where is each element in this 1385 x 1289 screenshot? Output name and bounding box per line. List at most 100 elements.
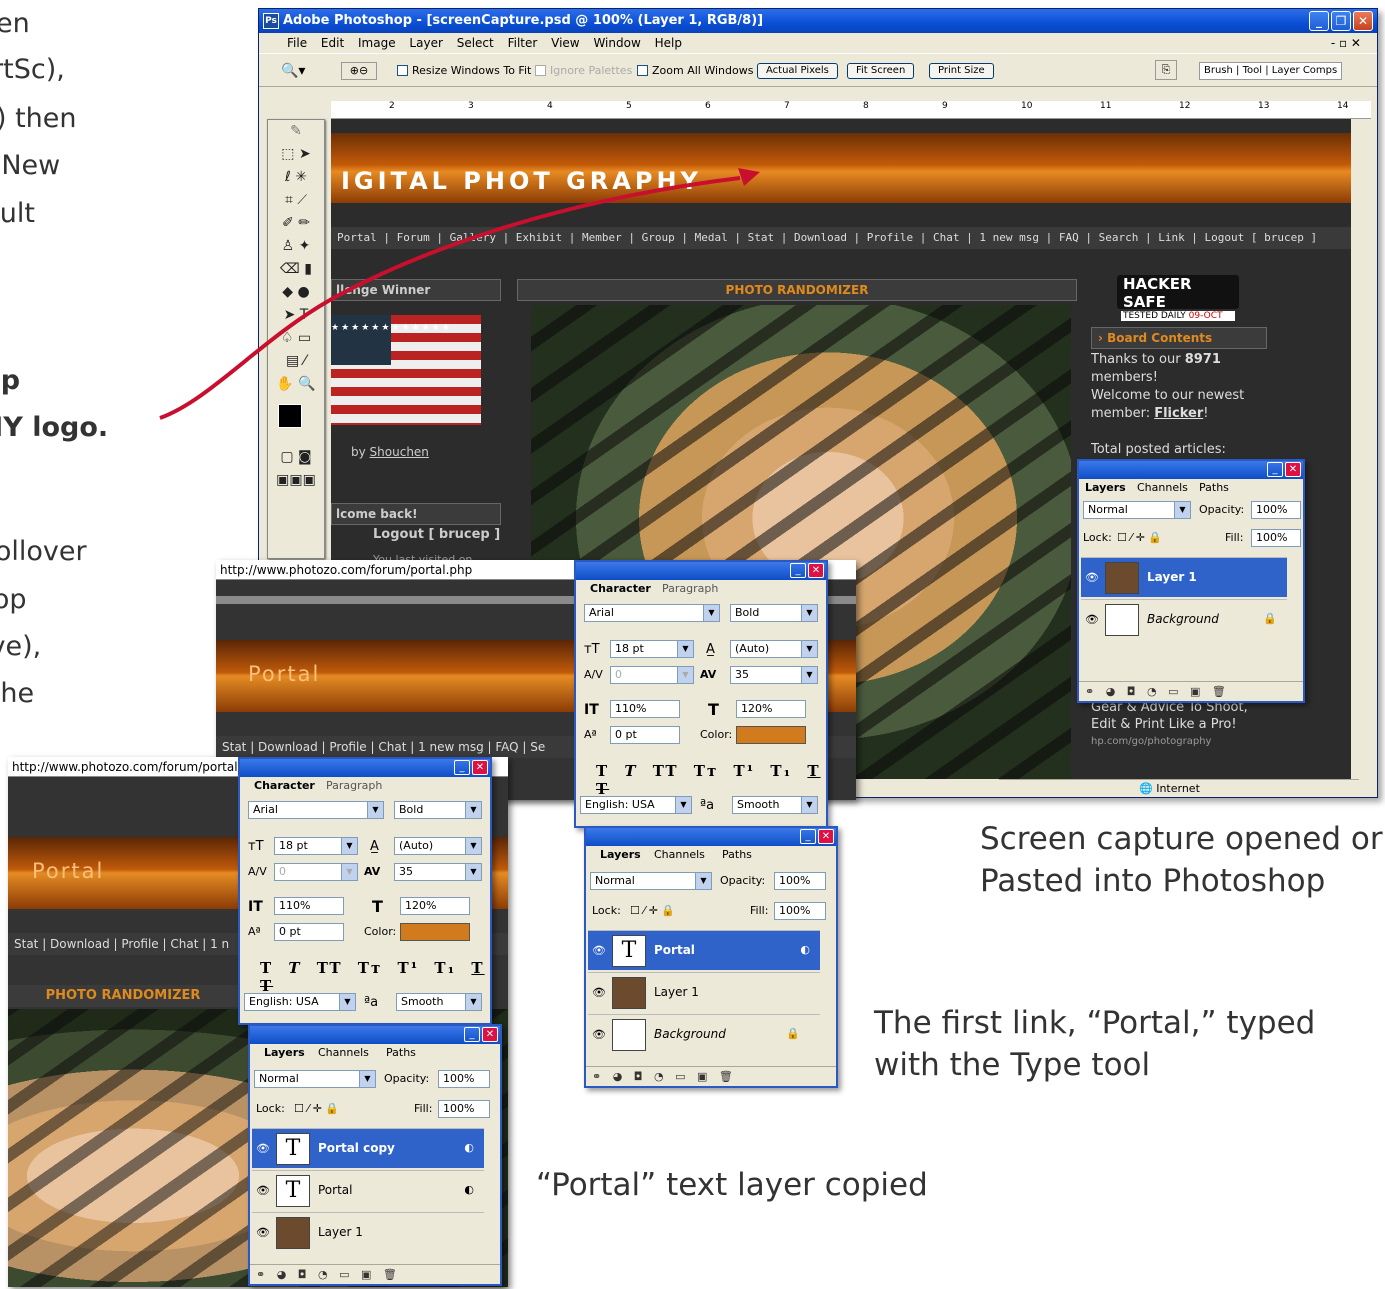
stamp-history-tool-icon[interactable]: ♙ ✦: [268, 235, 324, 258]
tab-channels[interactable]: Channels: [318, 1046, 369, 1059]
marquee-move-tool-icon[interactable]: ⬚ ➤: [268, 143, 324, 166]
palette-close[interactable]: ✕: [472, 760, 488, 775]
zoom-tool-icon[interactable]: 🔍▾: [281, 54, 305, 88]
tab-character[interactable]: Character: [254, 779, 315, 792]
eye-icon[interactable]: 👁: [592, 1028, 606, 1041]
hacker-safe-badge[interactable]: HACKER SAFE TESTED DAILY 09-OCT: [1117, 275, 1239, 321]
tab-paragraph[interactable]: Paragraph: [326, 779, 382, 792]
language-select[interactable]: English: USA ▼: [580, 796, 692, 814]
opacity-field[interactable]: 100%: [774, 872, 826, 890]
byline-author-link[interactable]: Shouchen: [370, 445, 429, 459]
layer-row-layer1[interactable]: 👁 Layer 1: [588, 972, 820, 1012]
menu-help[interactable]: Help: [655, 36, 682, 50]
tab-layers[interactable]: Layers: [1085, 481, 1126, 494]
layer-row-layer1[interactable]: 👁 Layer 1: [1081, 557, 1287, 597]
eye-icon[interactable]: 👁: [592, 944, 606, 957]
layer-style-icon[interactable]: ◐: [464, 1183, 474, 1196]
menu-select[interactable]: Select: [457, 36, 494, 50]
layer-row-portal-copy[interactable]: 👁 T Portal copy ◐: [252, 1128, 484, 1168]
baseline-shift-field[interactable]: 0 pt: [610, 726, 680, 744]
opacity-field[interactable]: 100%: [1251, 501, 1301, 519]
horizontal-scale-field[interactable]: 120%: [400, 897, 470, 915]
well-tab-brush[interactable]: Brush: [1204, 65, 1233, 76]
fill-field[interactable]: 100%: [1251, 529, 1301, 547]
palette-close[interactable]: ✕: [808, 563, 824, 578]
eraser-gradient-tool-icon[interactable]: ⌫ ▮: [268, 258, 324, 281]
layers-palette-footer[interactable]: ⚭ ◕ ◘ ◔ ▭ ▣ 🗑: [586, 1066, 836, 1086]
doc-window-controls[interactable]: - ▫ ✕: [1331, 33, 1361, 53]
resize-windows-checkbox[interactable]: [397, 65, 408, 76]
logout-link[interactable]: Logout [ brucep ]: [373, 527, 500, 542]
text-color-swatch[interactable]: [400, 923, 470, 941]
fit-screen-button[interactable]: Fit Screen: [847, 63, 915, 79]
palette-close[interactable]: ✕: [482, 1027, 498, 1042]
eye-icon[interactable]: 👁: [256, 1142, 270, 1155]
tracking-field[interactable]: 35 ▼: [394, 863, 482, 881]
hand-zoom-tool-icon[interactable]: ✋ 🔍: [268, 373, 324, 396]
tab-character[interactable]: Character: [590, 582, 651, 595]
kerning-field[interactable]: 0 ▼: [610, 666, 694, 684]
antialias-select[interactable]: Smooth ▼: [396, 993, 482, 1011]
leading-field[interactable]: (Auto) ▼: [394, 837, 482, 855]
tab-layers[interactable]: Layers: [264, 1046, 305, 1059]
baseline-shift-field[interactable]: 0 pt: [274, 923, 344, 941]
close-button[interactable]: ✕: [1353, 11, 1373, 31]
layer-style-icon[interactable]: ◐: [800, 943, 810, 956]
newest-member-link[interactable]: Flicker: [1154, 406, 1203, 421]
ignore-palettes-checkbox[interactable]: [535, 65, 546, 76]
layer-row-portal[interactable]: 👁 T Portal ◐: [588, 930, 820, 970]
menu-view[interactable]: View: [551, 36, 579, 50]
well-tab-tool[interactable]: Tool: [1243, 65, 1262, 76]
palette-minimize[interactable]: _: [454, 760, 470, 775]
menu-image[interactable]: Image: [358, 36, 396, 50]
font-size-field[interactable]: 18 pt ▼: [610, 640, 694, 658]
tab-channels[interactable]: Channels: [1137, 481, 1188, 494]
vertical-scale-field[interactable]: 110%: [610, 700, 680, 718]
palette-close[interactable]: ✕: [1285, 462, 1301, 477]
tab-paths[interactable]: Paths: [1199, 481, 1229, 494]
tab-paths[interactable]: Paths: [386, 1046, 416, 1059]
lasso-wand-tool-icon[interactable]: ℓ ✳: [268, 166, 324, 189]
fill-field[interactable]: 100%: [438, 1100, 490, 1118]
vertical-scale-field[interactable]: 110%: [274, 897, 344, 915]
eye-icon[interactable]: 👁: [1085, 613, 1099, 626]
lock-icons[interactable]: ☐ ⁄ ✛ 🔒: [294, 1102, 339, 1115]
font-family-select[interactable]: Arial ▼: [584, 604, 720, 622]
healing-brush-tool-icon[interactable]: ✐ ✏: [268, 212, 324, 235]
pen-shape-tool-icon[interactable]: ♤ ▭: [268, 327, 324, 350]
font-size-field[interactable]: 18 pt ▼: [274, 837, 358, 855]
leading-field[interactable]: (Auto) ▼: [730, 640, 818, 658]
minimize-button[interactable]: _: [1309, 11, 1329, 31]
lock-icons[interactable]: ☐ ⁄ ✛ 🔒: [630, 904, 675, 917]
opacity-field[interactable]: 100%: [438, 1070, 490, 1088]
antialias-select[interactable]: Smooth ▼: [732, 796, 818, 814]
language-select[interactable]: English: USA ▼: [244, 993, 356, 1011]
horizontal-scale-field[interactable]: 120%: [736, 700, 806, 718]
tab-channels[interactable]: Channels: [654, 848, 705, 861]
text-color-swatch[interactable]: [736, 726, 806, 744]
font-style-select[interactable]: Bold ▼: [394, 801, 482, 819]
fill-field[interactable]: 100%: [774, 902, 826, 920]
layer-style-icon[interactable]: ◐: [464, 1141, 474, 1154]
layer-row-background[interactable]: 👁 Background 🔒: [588, 1014, 820, 1054]
zoom-in-out-icon[interactable]: ⊕⊖: [341, 62, 377, 80]
blend-mode-select[interactable]: Normal ▼: [1083, 501, 1191, 519]
eye-icon[interactable]: 👁: [256, 1226, 270, 1239]
palette-minimize[interactable]: _: [1267, 462, 1283, 477]
palette-well[interactable]: Brush | Tool | Layer Comps: [1199, 62, 1343, 80]
layers-palette-footer[interactable]: ⚭ ◕ ◘ ◔ ▭ ▣ 🗑: [250, 1264, 500, 1284]
file-browser-icon[interactable]: ⎘: [1155, 60, 1177, 80]
eye-icon[interactable]: 👁: [256, 1184, 270, 1197]
type-style-buttons[interactable]: T T TT Tт T¹ T₁ T T: [596, 762, 826, 798]
actual-pixels-button[interactable]: Actual Pixels: [757, 63, 838, 79]
layer-row-portal[interactable]: 👁 T Portal ◐: [252, 1170, 484, 1210]
font-family-select[interactable]: Arial ▼: [248, 801, 384, 819]
tab-paragraph[interactable]: Paragraph: [662, 582, 718, 595]
palette-minimize[interactable]: _: [800, 829, 816, 844]
layer-row-layer1[interactable]: 👁 Layer 1: [252, 1212, 484, 1252]
well-tab-layer-comps[interactable]: Layer Comps: [1272, 65, 1337, 76]
menu-layer[interactable]: Layer: [409, 36, 442, 50]
menu-file[interactable]: File: [287, 36, 307, 50]
palette-close[interactable]: ✕: [818, 829, 834, 844]
layer-row-background[interactable]: 👁 Background 🔒: [1081, 599, 1287, 639]
